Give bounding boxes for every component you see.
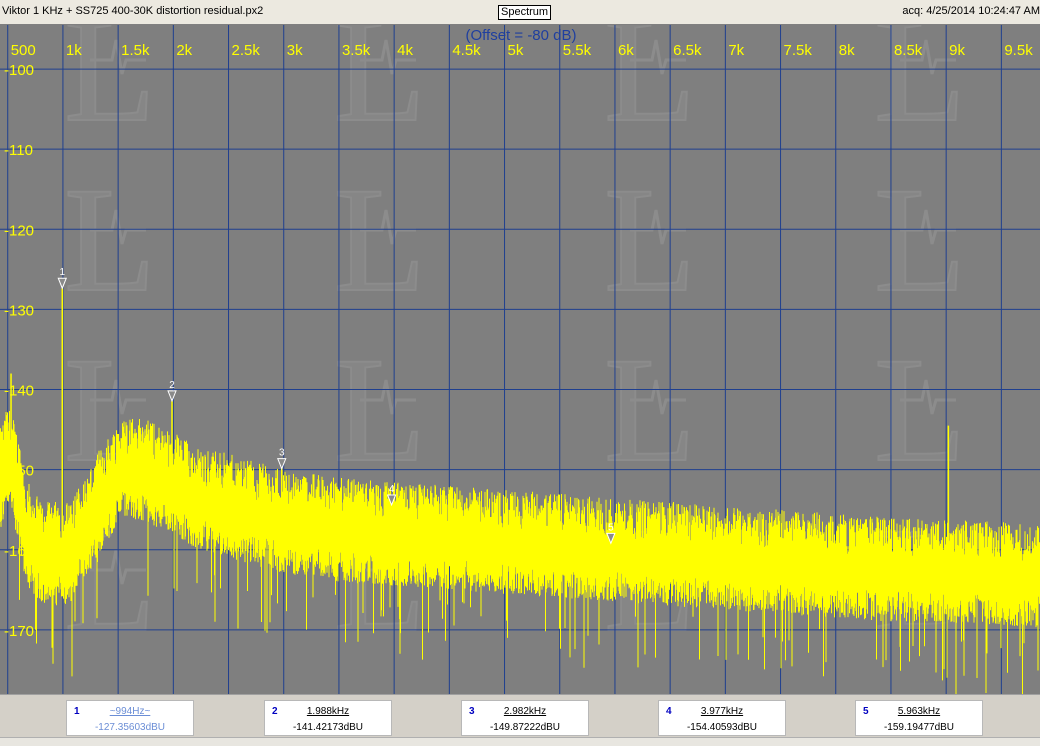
y-tick-label: -120 (4, 222, 34, 239)
watermark-letter: L (604, 327, 696, 493)
x-tick-label: 4.5k (452, 42, 481, 59)
x-tick-label: 7.5k (784, 42, 813, 59)
marker-frequency: 3.977kHz (700, 706, 744, 717)
window-title: Viktor 1 KHz + SS725 400-30K distortion … (2, 5, 264, 17)
x-tick-label: 9.5k (1004, 42, 1033, 59)
watermark-letter: L (334, 327, 426, 493)
marker-label: 5 (608, 522, 614, 533)
marker-frequency: 1.988kHz (306, 706, 350, 717)
marker-level: -149.87222dBU (489, 722, 561, 733)
marker-level: -159.19477dBU (883, 722, 955, 733)
marker-frequency: 2.982kHz (503, 706, 547, 717)
watermark-letter: L (334, 157, 426, 323)
x-tick-label: 2.5k (232, 42, 261, 59)
y-tick-label: -110 (4, 142, 33, 159)
marker-readout-bar: 1 ~994Hz~ -127.35603dBU 2 1.988kHz -141.… (0, 694, 1040, 746)
marker-readout-4[interactable]: 4 3.977kHz -154.40593dBU (658, 700, 786, 736)
spectrum-plot[interactable]: LLLLLLLLLLLLLLLL 500 1k 1.5k 2k 2.5k 3k 3.5k 4k… (0, 25, 1040, 694)
x-tick-label: 1.5k (121, 42, 150, 59)
x-tick-label: 1k (66, 42, 82, 59)
x-tick-label: 5.5k (563, 42, 592, 59)
marker-readout-3[interactable]: 3 2.982kHz -149.87222dBU (461, 700, 589, 736)
x-tick-label: 4k (397, 42, 413, 59)
marker-label: 4 (389, 484, 395, 495)
marker-label: 1 (59, 267, 65, 278)
title-bar: Viktor 1 KHz + SS725 400-30K distortion … (0, 0, 1040, 25)
y-tick-label: -100 (4, 62, 34, 79)
x-tick-label: 2k (176, 42, 192, 59)
x-tick-label: 6.5k (673, 42, 702, 59)
watermark-letter: L (874, 327, 966, 493)
marker-frequency: 5.963kHz (897, 706, 941, 717)
x-tick-label: 6k (618, 42, 634, 59)
marker-level: -154.40593dBU (686, 722, 758, 733)
marker-level: -127.35603dBU (94, 722, 166, 733)
x-tick-label: 3.5k (342, 42, 371, 59)
x-tick-label: 3k (287, 42, 303, 59)
x-tick-label: 9k (949, 42, 965, 59)
watermark-letter: L (874, 157, 966, 323)
marker-label: 3 (279, 448, 285, 459)
offset-label: (Offset = -80 dB) (465, 27, 576, 44)
x-tick-label: 500 (11, 42, 36, 59)
y-tick-label: -140 (4, 383, 34, 400)
y-tick-label: -130 (4, 302, 34, 319)
marker-frequency: ~994Hz~ (109, 706, 151, 717)
y-tick-label: -170 (4, 623, 34, 640)
marker-level: -141.42173dBU (292, 722, 364, 733)
x-tick-label: 7k (728, 42, 744, 59)
marker-readout-5[interactable]: 5 5.963kHz -159.19477dBU (855, 700, 983, 736)
spectrum-mode-button[interactable]: Spectrum (498, 5, 552, 20)
acquisition-timestamp: acq: 4/25/2014 10:24:47 AM (902, 5, 1040, 17)
horizontal-scrollbar[interactable] (0, 737, 1040, 746)
x-tick-label: 8k (839, 42, 855, 59)
marker-label: 2 (169, 380, 175, 391)
watermark-letter: L (64, 157, 156, 323)
x-tick-label: 8.5k (894, 42, 923, 59)
marker-readout-1[interactable]: 1 ~994Hz~ -127.35603dBU (66, 700, 194, 736)
watermark-letter: L (604, 157, 696, 323)
marker-readout-2[interactable]: 2 1.988kHz -141.42173dBU (264, 700, 392, 736)
x-tick-label: 5k (508, 42, 524, 59)
